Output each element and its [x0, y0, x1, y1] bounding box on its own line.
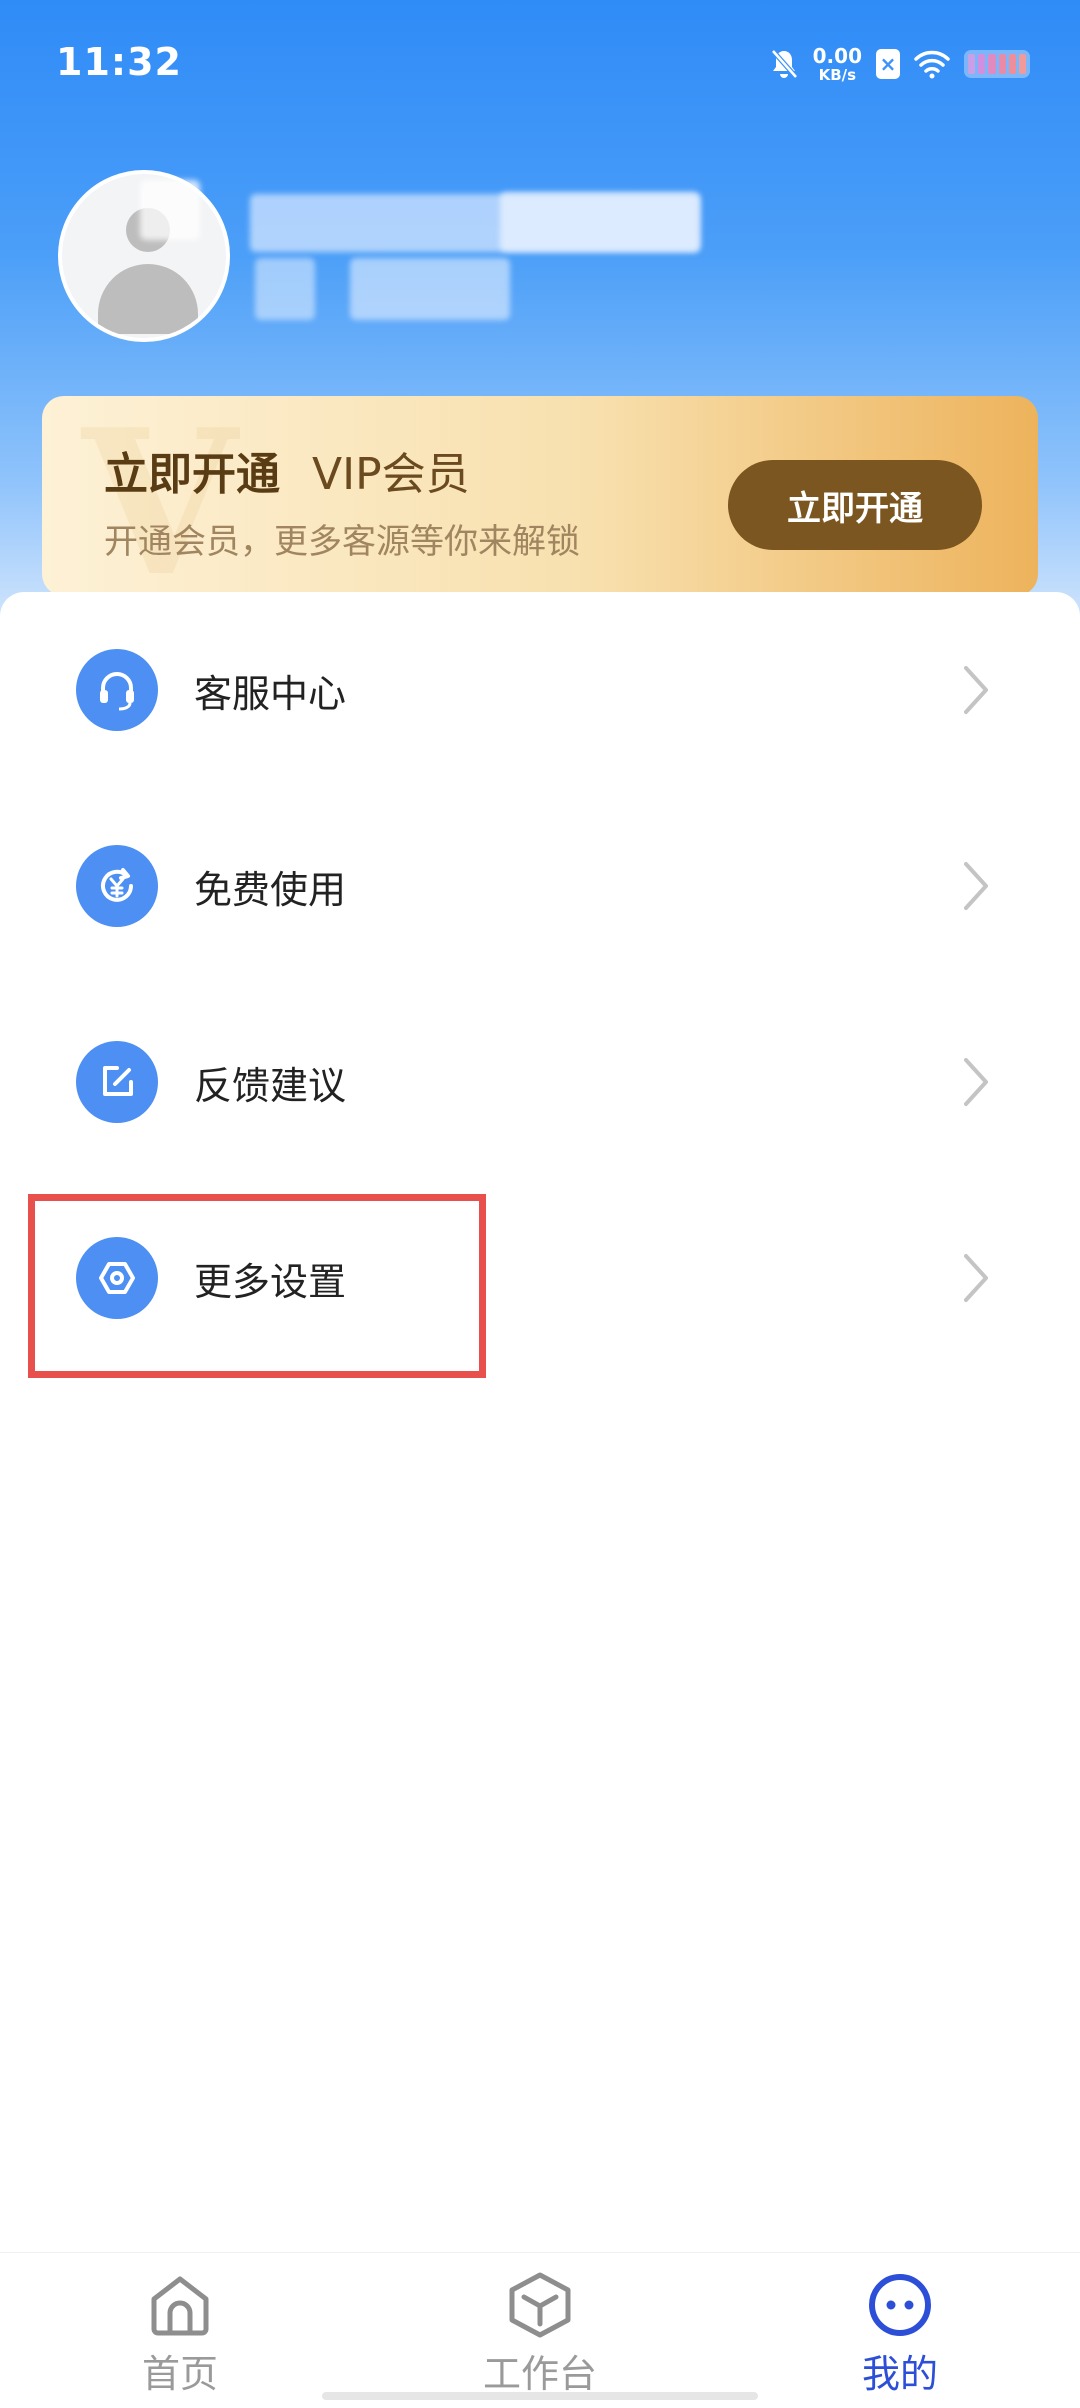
- chevron-right-icon: [964, 1058, 988, 1106]
- vip-title: 立即开通 VIP会员: [104, 438, 470, 502]
- cube-icon: [509, 2272, 571, 2338]
- nav-tab-mine[interactable]: 我的: [800, 2269, 1000, 2399]
- vip-title-sub: VIP会员: [312, 449, 470, 500]
- mute-bell-icon: [770, 49, 798, 79]
- headset-icon: [76, 649, 158, 731]
- nav-tab-workbench[interactable]: 工作台: [440, 2269, 640, 2399]
- edit-icon: [76, 1041, 158, 1123]
- status-bar: 11:32 0.00 KB/s ×: [0, 0, 1080, 120]
- nav-label: 我的: [861, 2352, 938, 2396]
- vip-banner: V 立即开通 VIP会员 开通会员，更多客源等你来解锁 立即开通: [42, 396, 1038, 596]
- vip-activate-button[interactable]: 立即开通: [728, 460, 982, 550]
- battery-icon: [964, 50, 1030, 78]
- highlight-annotation-box: [28, 1194, 486, 1378]
- menu-card: 客服中心 免费使用 反馈建议 更多设置: [0, 592, 1080, 2252]
- menu-item-label: 免费使用: [194, 867, 347, 912]
- nav-label: 首页: [141, 2352, 218, 2396]
- status-time: 11:32: [56, 40, 182, 84]
- face-icon: [869, 2274, 931, 2336]
- home-indicator[interactable]: [322, 2392, 758, 2400]
- chevron-right-icon: [964, 1254, 988, 1302]
- menu-item-feedback[interactable]: 反馈建议: [0, 984, 1080, 1180]
- bottom-nav: 首页 工作台 我的: [0, 2252, 1080, 2408]
- box-x-icon: ×: [876, 49, 900, 79]
- chevron-right-icon: [964, 862, 988, 910]
- vip-description: 开通会员，更多客源等你来解锁: [104, 522, 580, 562]
- nav-label: 工作台: [482, 2352, 597, 2396]
- menu-item-free-use[interactable]: 免费使用: [0, 788, 1080, 984]
- network-speed: 0.00 KB/s: [813, 46, 862, 83]
- nav-tab-home[interactable]: 首页: [80, 2269, 280, 2399]
- home-icon: [151, 2276, 209, 2336]
- avatar-body-shape: [98, 264, 198, 334]
- network-speed-value: 0.00: [812, 43, 862, 68]
- yuan-refresh-icon: [76, 845, 158, 927]
- menu-item-label: 客服中心: [194, 671, 347, 716]
- vip-title-main: 立即开通: [104, 449, 280, 500]
- menu-item-customer-service[interactable]: 客服中心: [0, 592, 1080, 788]
- wifi-icon: [914, 50, 950, 79]
- status-icons: 0.00 KB/s ×: [769, 42, 1030, 86]
- chevron-right-icon: [964, 666, 988, 714]
- menu-item-label: 反馈建议: [194, 1063, 347, 1108]
- network-speed-unit: KB/s: [818, 65, 857, 84]
